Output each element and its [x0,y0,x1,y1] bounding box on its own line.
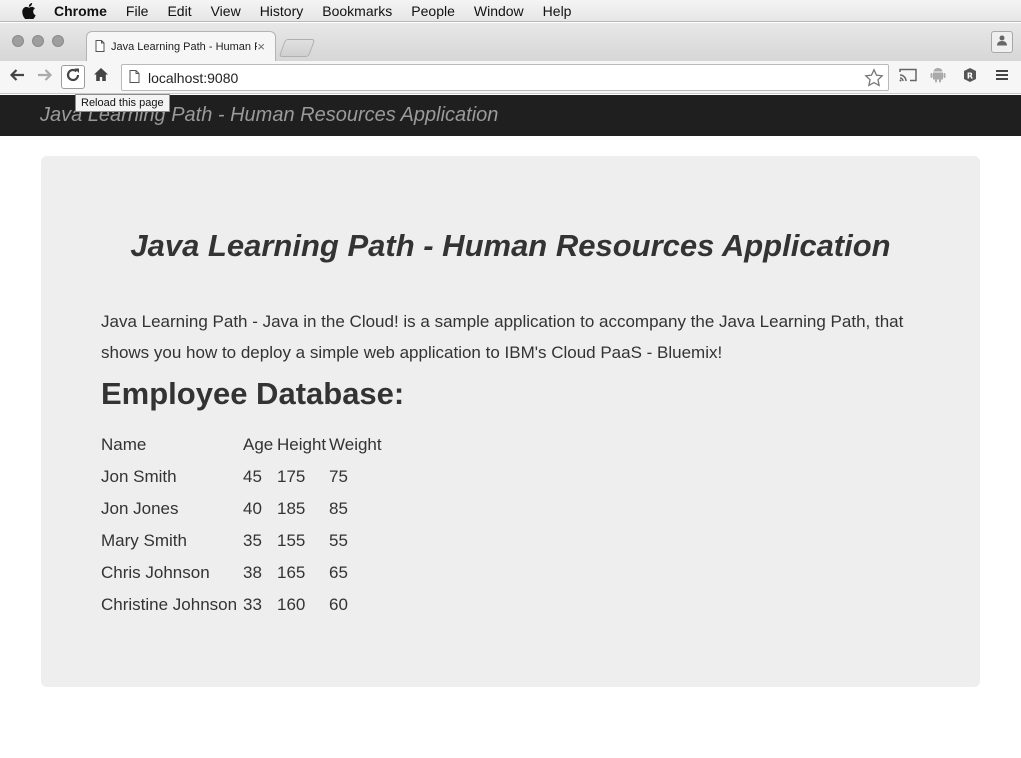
table-row: Chris Johnson 38 165 65 [101,557,389,589]
back-button[interactable] [5,65,29,89]
cell-age: 40 [243,499,262,518]
table-header-row: Name Age Height Weight [101,429,389,461]
svg-text:R: R [967,71,973,80]
page-icon [95,39,105,55]
table-row: Jon Smith 45 175 75 [101,461,389,493]
menu-file[interactable]: File [126,3,149,19]
tab-strip: Java Learning Path - Human Resources App… [0,23,1021,62]
employee-database-heading: Employee Database: [101,376,405,411]
app-description: Java Learning Path - Java in the Cloud! … [101,312,904,362]
extension-button[interactable]: R [958,65,982,89]
menu-help[interactable]: Help [543,3,572,19]
reload-icon [65,67,81,88]
cell-weight: 60 [329,595,348,614]
column-header-weight: Weight [329,435,382,454]
window-zoom-button[interactable] [52,35,64,47]
menu-people[interactable]: People [411,3,455,19]
back-arrow-icon [9,68,25,87]
window-minimize-button[interactable] [32,35,44,47]
new-tab-button[interactable] [278,39,316,57]
menu-app-name[interactable]: Chrome [54,3,107,19]
page-title: Java Learning Path - Human Resources App… [130,228,891,263]
menu-view[interactable]: View [211,3,241,19]
forward-button[interactable] [33,65,57,89]
menu-window[interactable]: Window [474,3,524,19]
cast-button[interactable] [896,65,920,89]
table-row: Jon Jones 40 185 85 [101,493,389,525]
tab-title: Java Learning Path - Human Resources App… [111,41,257,53]
address-bar[interactable]: localhost:9080 [121,64,889,91]
table-row: Christine Johnson 33 160 60 [101,589,389,621]
reload-button[interactable] [61,65,85,89]
home-icon [93,67,109,87]
menu-edit[interactable]: Edit [167,3,191,19]
page-icon [129,69,140,86]
forward-arrow-icon [37,68,53,87]
cell-name: Chris Johnson [101,563,210,582]
cast-icon [899,68,917,87]
chrome-menu-button[interactable] [990,65,1014,89]
menu-bar: Chrome File Edit View History Bookmarks … [0,0,1021,22]
column-header-age: Age [243,435,274,454]
menu-bookmarks[interactable]: Bookmarks [322,3,392,19]
cell-age: 35 [243,531,262,550]
apple-icon[interactable] [20,2,38,20]
extension-icon: R [962,67,978,88]
column-header-name: Name [101,435,147,454]
cell-height: 175 [277,467,306,486]
cell-height: 155 [277,531,306,550]
android-extension-button[interactable] [926,65,950,89]
person-icon [996,33,1008,51]
cell-weight: 65 [329,563,348,582]
cell-name: Mary Smith [101,531,187,550]
menu-icon [995,68,1009,86]
browser-toolbar: localhost:9080 R [0,61,1021,94]
table-row: Mary Smith 35 155 55 [101,525,389,557]
url-text[interactable]: localhost:9080 [148,70,238,86]
cell-name: Jon Smith [101,467,177,486]
cell-name: Christine Johnson [101,595,238,614]
cell-height: 160 [277,595,306,614]
column-header-height: Height [277,435,327,454]
employee-table: Name Age Height Weight Jon Smith 45 175 … [101,429,389,621]
menu-history[interactable]: History [260,3,304,19]
browser-tab[interactable]: Java Learning Path - Human Resources App… [86,31,276,62]
android-icon [930,66,946,88]
cell-weight: 75 [329,467,348,486]
star-icon[interactable] [864,68,884,88]
tab-close-icon[interactable]: × [257,39,265,54]
reload-tooltip: Reload this page [75,94,170,112]
home-button[interactable] [89,65,113,89]
cell-weight: 55 [329,531,348,550]
cell-age: 38 [243,563,262,582]
cell-name: Jon Jones [101,499,179,518]
cell-height: 165 [277,563,306,582]
cell-age: 33 [243,595,262,614]
cell-height: 185 [277,499,306,518]
profile-button[interactable] [991,31,1013,53]
cell-weight: 85 [329,499,348,518]
jumbotron: Java Learning Path - Human Resources App… [41,156,980,687]
cell-age: 45 [243,467,262,486]
window-close-button[interactable] [12,35,24,47]
